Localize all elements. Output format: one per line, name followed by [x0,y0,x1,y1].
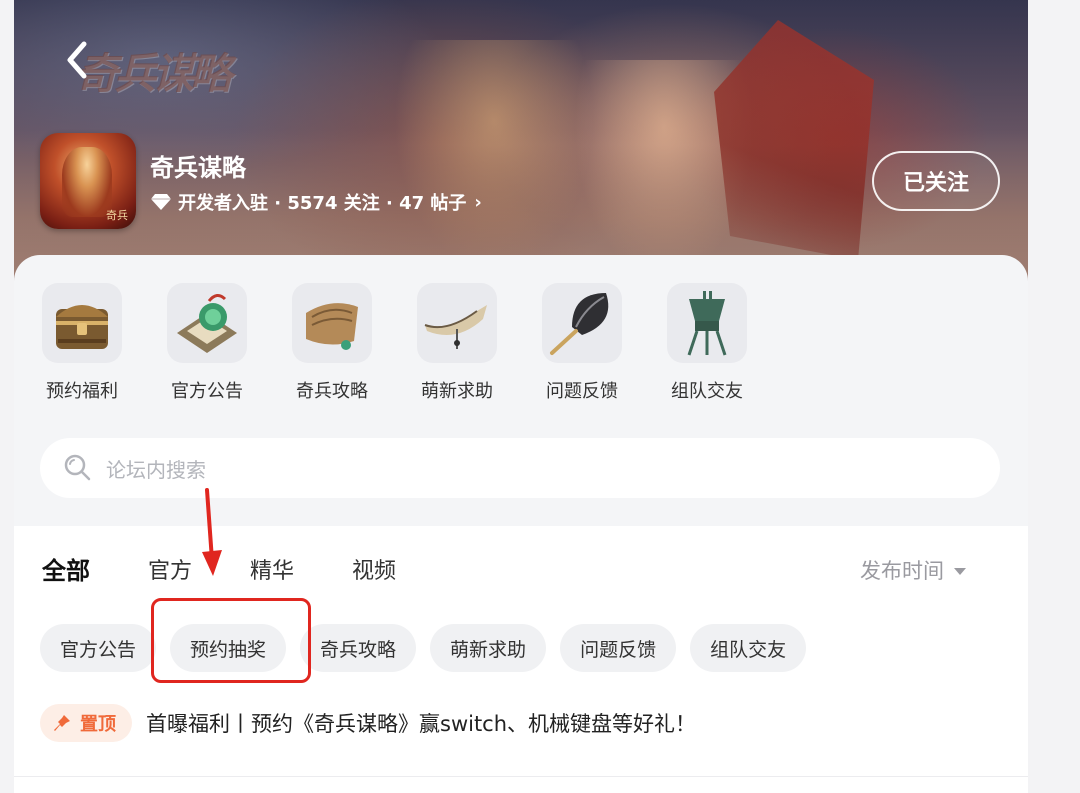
shortcut-label: 官方公告 [171,381,243,402]
shortcut-strategy[interactable]: 奇兵攻略 [292,283,372,403]
pinned-badge: 置顶 [40,704,132,742]
horn-icon [417,283,497,363]
feather-fan-icon [542,283,622,363]
chip-reserve-lottery[interactable]: 预约抽奖 [170,624,287,672]
search-icon [64,454,91,481]
shortcut-newbie-help[interactable]: 萌新求助 [417,283,497,403]
chip-newbie-help[interactable]: 萌新求助 [430,624,547,672]
category-chips: 官方公告 预约抽奖 奇兵攻略 萌新求助 问题反馈 组队交友 [40,624,807,672]
sort-dropdown[interactable]: 发布时间 [860,555,966,585]
game-meta-text: 开发者入驻 · 5574 关注 · 47 帖子 [178,193,467,214]
feed-tabs: 全部 官方 精华 视频 [42,551,454,588]
game-app-icon[interactable]: 奇兵 [40,133,136,229]
game-logo-art: 奇兵谋略 [76,49,232,98]
shortcut-label: 预约福利 [46,381,118,402]
pinned-badge-label: 置顶 [80,714,116,735]
shortcut-reserve-benefits[interactable]: 预约福利 [42,283,122,403]
shortcut-team-up[interactable]: 组队交友 [667,283,747,403]
shortcut-feedback[interactable]: 问题反馈 [542,283,622,403]
sort-label: 发布时间 [860,559,944,583]
pinned-post[interactable]: 置顶 首曝福利丨预约《奇兵谋略》赢switch、机械键盘等好礼！ [40,704,696,742]
chip-feedback[interactable]: 问题反馈 [560,624,677,672]
shortcut-label: 萌新求助 [421,381,493,402]
forum-page: 奇兵谋略 奇兵 奇兵谋略 开发者入驻 · 5574 关注 · 47 帖子 › 已… [14,0,1028,793]
search-bar[interactable]: 论坛内搜索 [40,438,1000,498]
chevron-right-icon: › [474,191,482,213]
treasure-chest-icon [42,283,122,363]
follow-button[interactable]: 已关注 [872,151,1000,211]
forum-card: 预约福利 官方公告 奇兵攻略 萌新求助 问题反馈 组队交友 论坛内搜索 [14,255,1028,526]
diamond-icon [150,193,172,211]
pin-icon [54,715,70,731]
shortcut-label: 组队交友 [671,381,743,402]
tab-featured[interactable]: 精华 [250,553,294,585]
shortcut-label: 奇兵攻略 [296,381,368,402]
chip-strategy[interactable]: 奇兵攻略 [300,624,417,672]
tab-video[interactable]: 视频 [352,553,396,585]
shortcut-grid: 预约福利 官方公告 奇兵攻略 萌新求助 问题反馈 组队交友 [42,283,747,403]
shortcut-official-notice[interactable]: 官方公告 [167,283,247,403]
tab-official[interactable]: 官方 [148,553,192,585]
shortcut-label: 问题反馈 [546,381,618,402]
game-meta-link[interactable]: 开发者入驻 · 5574 关注 · 47 帖子 › [150,189,482,215]
header-banner: 奇兵谋略 奇兵 奇兵谋略 开发者入驻 · 5574 关注 · 47 帖子 › 已… [14,0,1028,290]
scroll-icon [292,283,372,363]
bronze-goblet-icon [667,283,747,363]
search-placeholder: 论坛内搜索 [106,457,206,482]
chevron-left-icon [67,41,87,79]
back-button[interactable] [58,38,98,82]
tab-all[interactable]: 全部 [42,551,90,588]
pinned-post-title: 首曝福利丨预约《奇兵谋略》赢switch、机械键盘等好礼！ [146,712,697,736]
chip-official-notice[interactable]: 官方公告 [40,624,157,672]
caret-down-icon [954,568,966,575]
game-icon-mark: 奇兵 [106,209,128,222]
chip-team-up[interactable]: 组队交友 [690,624,807,672]
jade-seal-icon [167,283,247,363]
divider [14,776,1028,777]
game-title: 奇兵谋略 [150,154,246,182]
